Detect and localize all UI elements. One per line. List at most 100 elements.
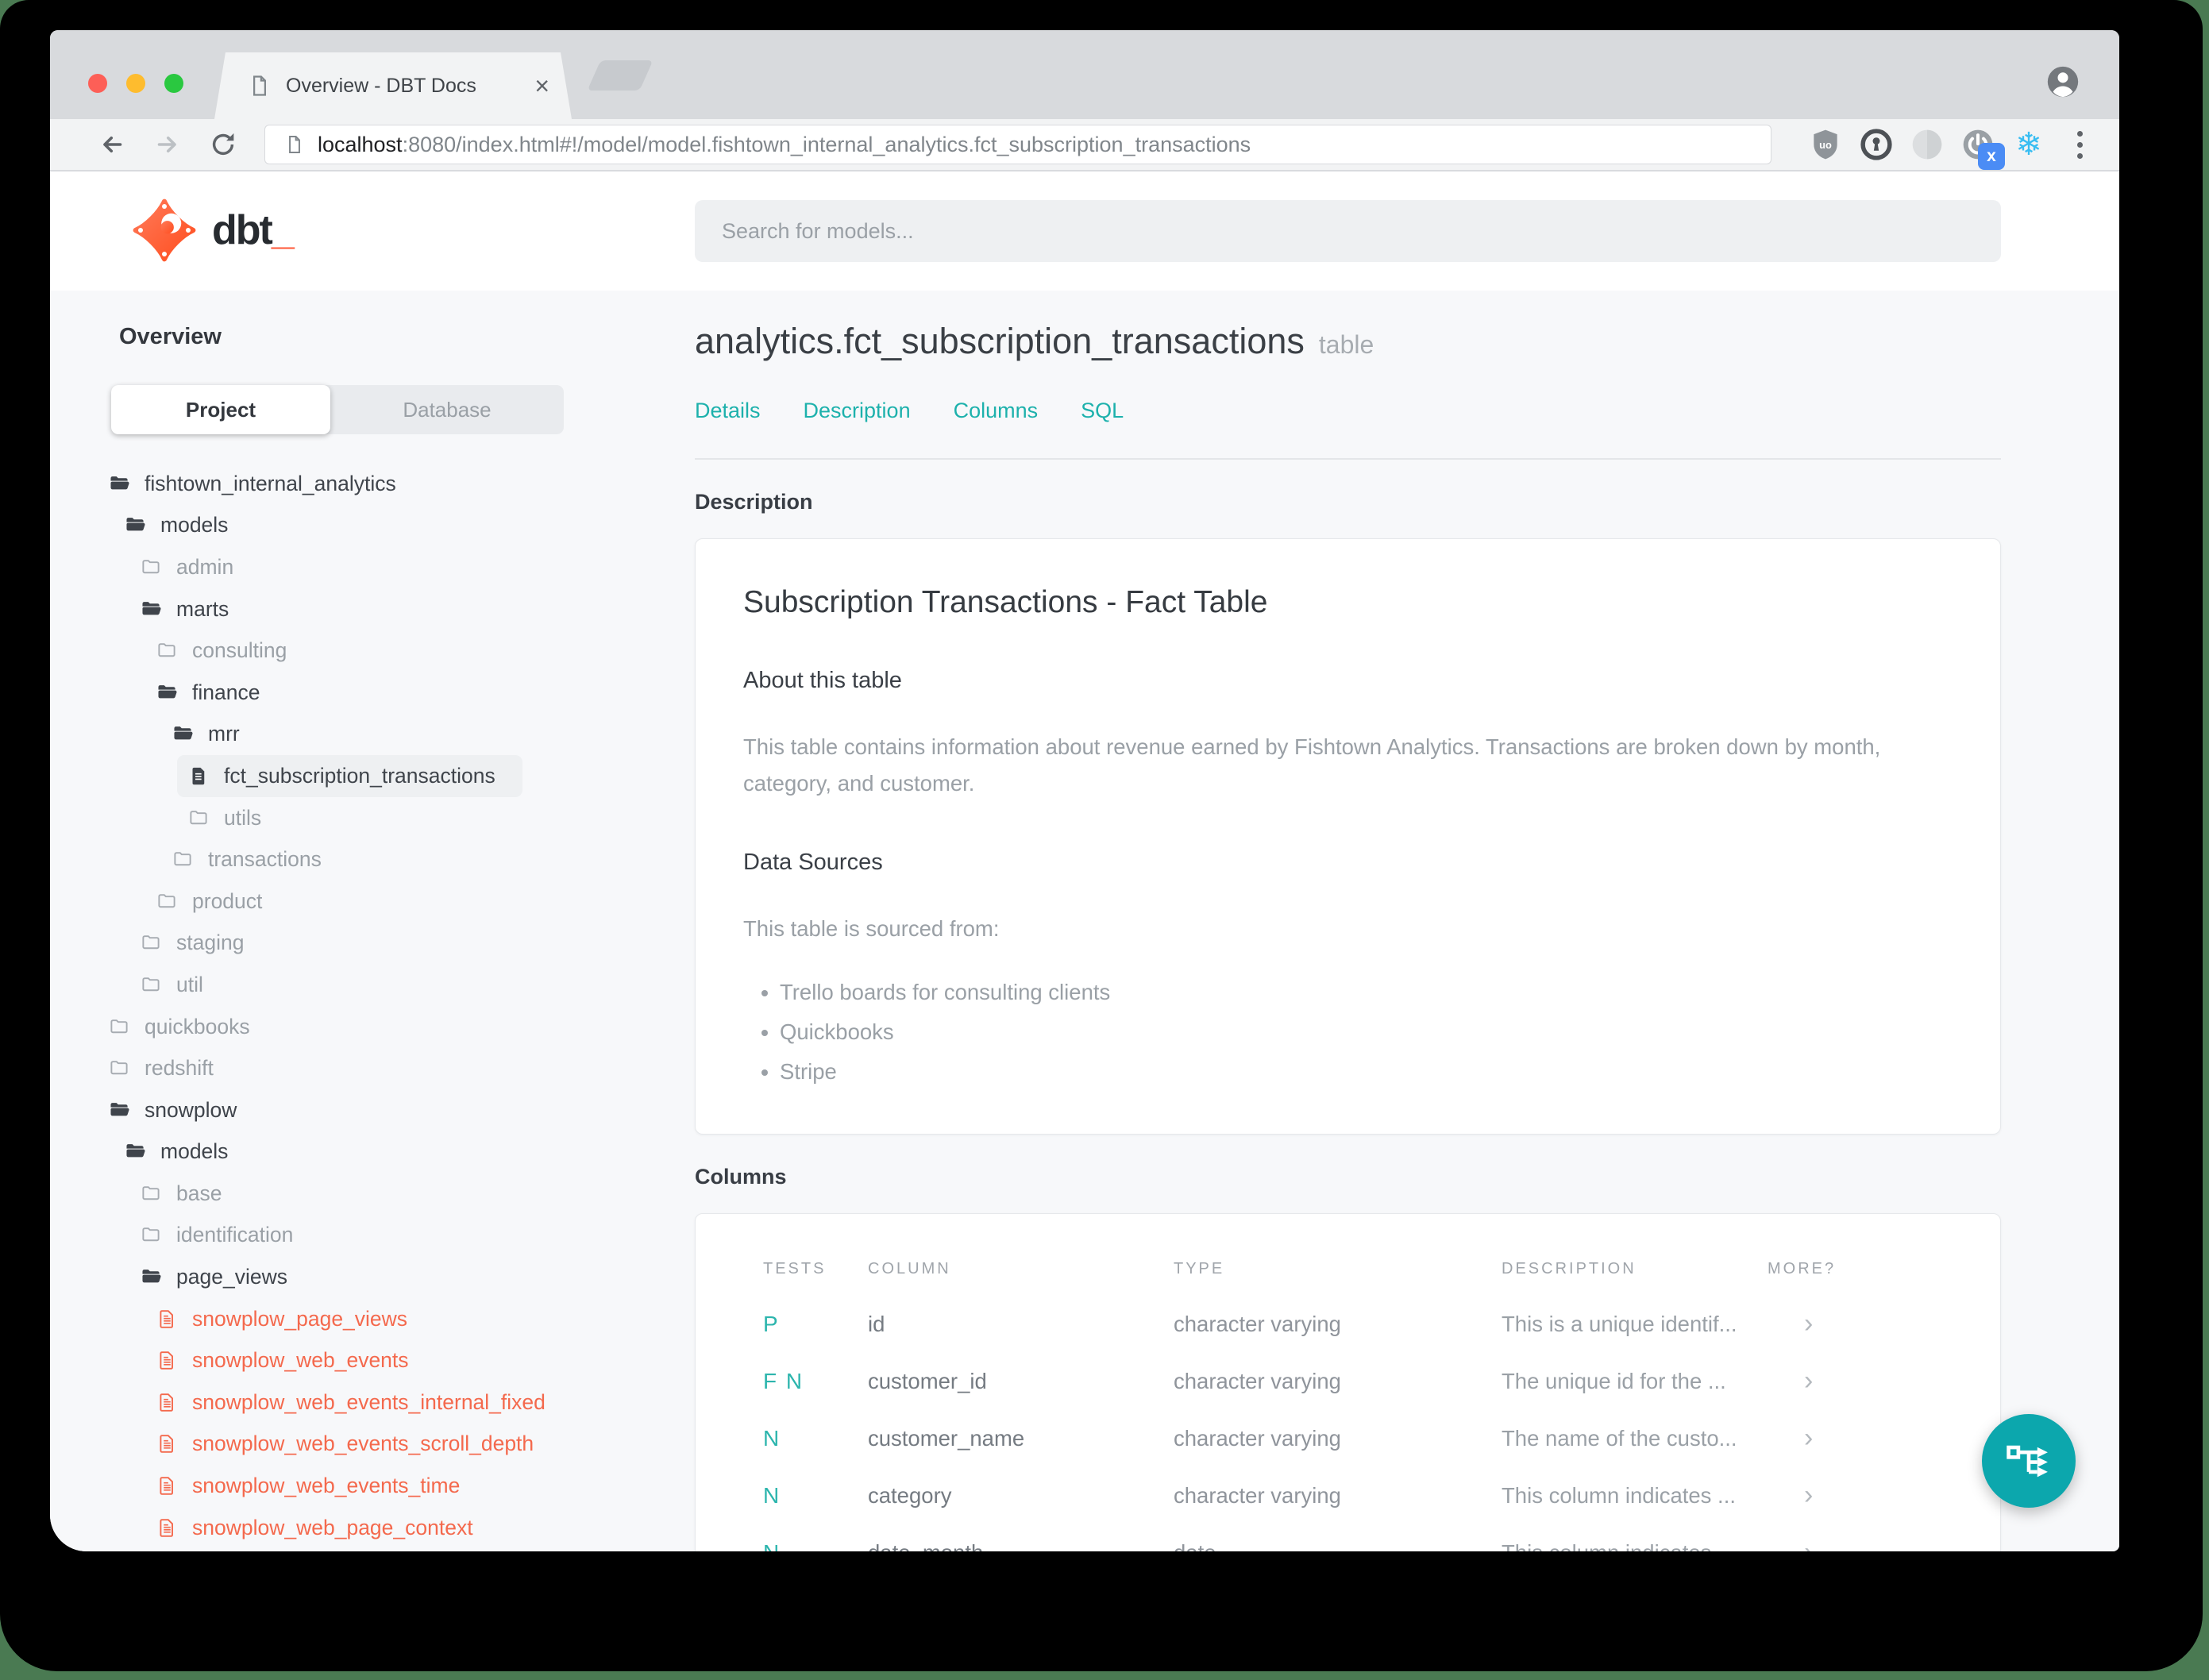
folder-icon [109,1016,130,1038]
tab-database[interactable]: Database [330,385,564,434]
model-nav-sql[interactable]: SQL [1081,399,1124,423]
tree-item-quickbooks[interactable]: quickbooks [98,1006,277,1048]
tree-item-snowplow_web_events_internal_fixed[interactable]: snowplow_web_events_internal_fixed [145,1381,572,1424]
tree-item-fct_subscription_transactions[interactable]: fct_subscription_transactions [177,755,522,797]
description-cell: This is a unique identif... [1502,1311,1737,1336]
lineage-graph-button[interactable] [1982,1414,2076,1508]
app-body: Overview Project Database fishtown_inter… [50,291,2119,1551]
column-row-id[interactable]: Pid character varying This is a unique ide… [763,1296,1953,1353]
tests-cell: N [763,1425,781,1451]
tab-close-icon[interactable]: × [534,73,549,98]
folder-icon [141,1224,162,1246]
tree-item-label: util [176,972,203,996]
tree-item-redshift[interactable]: redshift [98,1047,241,1089]
folder-open-icon [156,682,178,703]
tree-item-base[interactable]: base [129,1173,249,1215]
url-host: localhost [318,132,403,156]
column-row-category[interactable]: Ncategory character varying This column in… [763,1467,1953,1524]
close-window-button[interactable] [88,74,107,93]
tree-item-mrr[interactable]: mrr [161,714,267,756]
tree-item-identification[interactable]: identification [129,1215,320,1257]
description-cell: The unique id for the ... [1502,1368,1726,1393]
folder-icon [156,640,178,661]
columns-table-body: Pid character varying This is a unique ide… [763,1296,1953,1551]
folder-icon [109,1058,130,1079]
dbt-logo[interactable]: dbt_ [133,198,295,262]
model-nav-columns[interactable]: Columns [954,399,1039,423]
extension-badge: x [1978,143,2005,170]
model-nav-details[interactable]: Details [695,399,761,423]
description-cell: This column indicates ... [1502,1540,1768,1551]
tree-item-marts[interactable]: marts [129,588,256,630]
data-source-item: Trello boards for consulting clients [780,980,1953,1005]
search-input[interactable] [695,200,2001,262]
minimize-window-button[interactable] [126,74,145,93]
disabled-extension-icon[interactable] [1910,127,1945,162]
tree-item-util[interactable]: util [129,964,230,1006]
tree-item-staging[interactable]: staging [129,923,271,965]
browser-tab[interactable]: Overview - DBT Docs × [214,52,572,119]
back-icon[interactable] [98,130,126,159]
expand-row-chevron-icon[interactable]: › [1768,1423,1953,1454]
window-controls [88,74,183,93]
tree-item-snowplow[interactable]: snowplow [98,1089,264,1131]
column-row-customer_name[interactable]: Ncustomer_name character varying The name … [763,1410,1953,1467]
sidebar: Overview Project Database fishtown_inter… [50,291,695,1551]
tree-item-label: finance [192,680,260,704]
expand-row-chevron-icon[interactable]: › [1768,1366,1953,1397]
tree-item-product[interactable]: product [145,880,289,923]
tree-item-label: utils [224,805,262,830]
tree-item-consulting[interactable]: consulting [145,630,314,672]
expand-row-chevron-icon[interactable]: › [1768,1537,1953,1551]
description-section-heading: Description [695,490,813,514]
column-row-date_month[interactable]: Ndate_monthdateThis column indicates ...… [763,1524,1953,1551]
tree-item-snowplow_web_events_scroll_depth[interactable]: snowplow_web_events_scroll_depth [145,1424,561,1466]
tree-item-utils[interactable]: utils [177,797,288,839]
model-file-icon [156,1308,178,1330]
forward-icon[interactable] [153,130,182,159]
page-security-icon[interactable] [284,134,305,155]
snowflake-extension-icon[interactable]: ❄ [2011,127,2046,162]
new-tab-button[interactable] [587,60,653,91]
zoom-window-button[interactable] [164,74,183,93]
tree-item-snowplow_web_events_time[interactable]: snowplow_web_events_time [145,1465,487,1507]
tree-item-snowplow_web_events[interactable]: snowplow_web_events [145,1339,436,1381]
browser-menu-icon[interactable] [2064,127,2095,162]
tree-item-snowplow_web_page_context[interactable]: snowplow_web_page_context [145,1507,500,1549]
tests-cell: P [763,1311,780,1336]
model-heading: analytics.fct_subscription_transactions t… [695,321,2001,362]
tree-item-models[interactable]: models [114,1131,255,1173]
reload-icon[interactable] [209,130,237,159]
tree-item-admin[interactable]: admin [129,546,260,588]
url-text: localhost:8080/index.html#!/model/model.… [318,133,1251,157]
about-heading: About this table [743,668,902,693]
folder-icon [141,557,162,578]
url-bar[interactable]: localhost:8080/index.html#!/model/model.… [264,125,1771,164]
model-file-icon [156,1392,178,1413]
tree-item-snowplow_page_views[interactable]: snowplow_page_views [145,1298,434,1340]
column-row-customer_id[interactable]: F N customer_id character varying The uniqu… [763,1353,1953,1410]
expand-row-chevron-icon[interactable]: › [1768,1308,1953,1339]
data-sources-list: Trello boards for consulting clients Quic… [743,980,1953,1085]
expand-row-chevron-icon[interactable]: › [1768,1480,1953,1511]
tab-project[interactable]: Project [111,385,330,434]
tree-item-label: snowplow_web_page_context [192,1515,473,1539]
folder-open-icon [125,514,146,536]
ublock-extension-icon[interactable]: uo [1808,127,1843,162]
data-sources-intro: This table is sourced from: [743,916,1000,942]
tree-item-label: snowplow_page_views [192,1306,408,1331]
browser-profile-avatar[interactable] [2045,64,2081,100]
onepassword-extension-icon[interactable] [1859,127,1894,162]
model-title: analytics.fct_subscription_transactions [695,321,1305,361]
tree-item-fishtown_internal_analytics[interactable]: fishtown_internal_analytics [98,463,423,505]
model-nav-description[interactable]: Description [804,399,911,423]
tree-item-finance[interactable]: finance [145,672,287,714]
dbt-logo-icon [133,198,196,262]
tree-item-transactions[interactable]: transactions [161,838,349,880]
tree-item-page_views[interactable]: page_views [129,1256,314,1298]
tree-item-label: identification [176,1223,294,1247]
tree-item-models[interactable]: models [114,505,255,547]
about-text: This table contains information about re… [743,734,1881,796]
tree-item-label: admin [176,554,234,579]
power-extension-icon[interactable]: x [1960,127,2005,170]
